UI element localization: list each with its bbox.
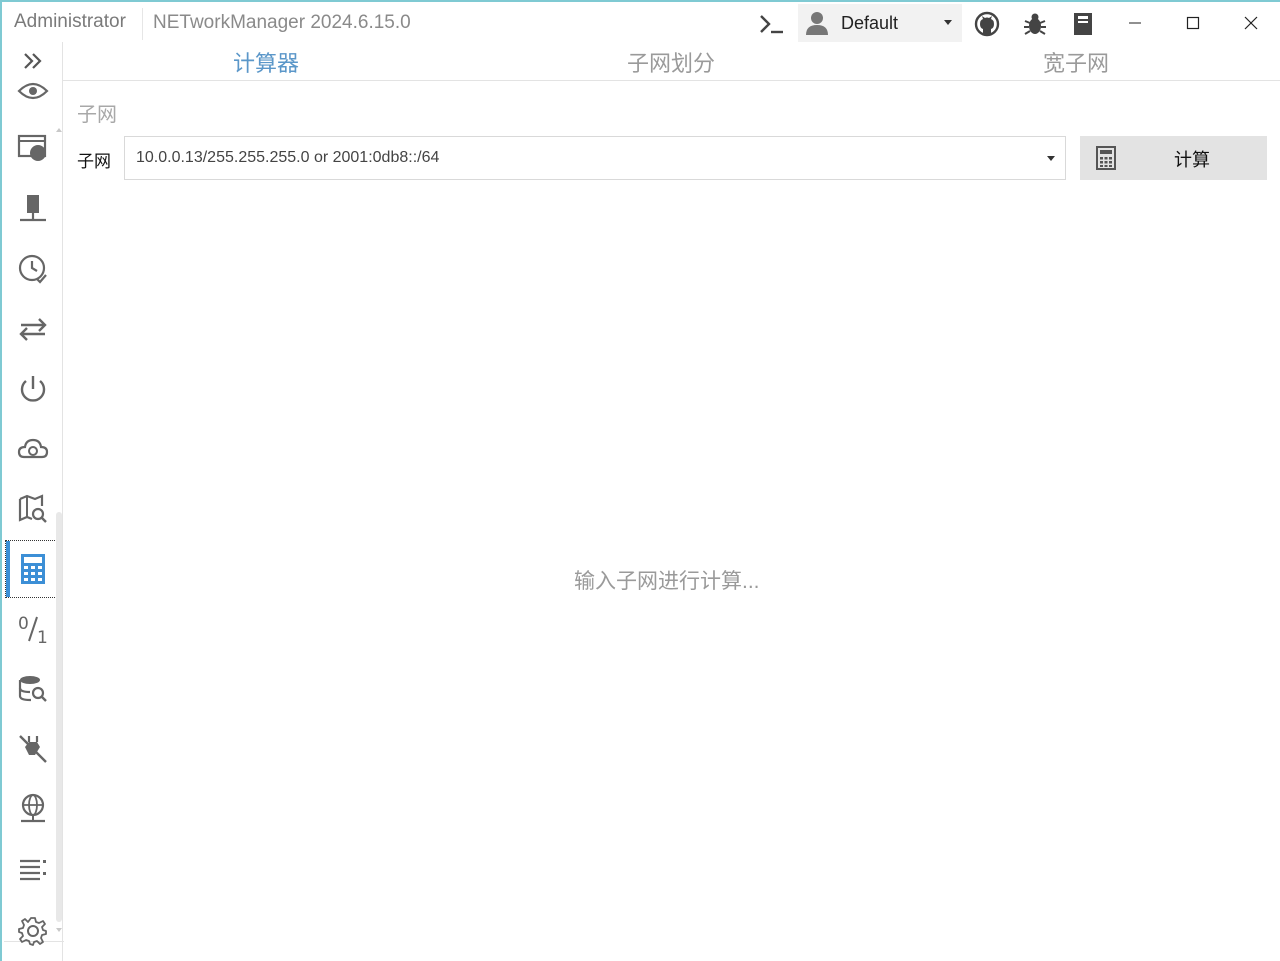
book-icon[interactable] — [1065, 6, 1101, 42]
map-search-icon — [18, 494, 47, 523]
close-button[interactable] — [1229, 6, 1273, 40]
app-window: Administrator NETworkManager 2024.6.15.0… — [0, 0, 1280, 961]
section-title: 子网 — [77, 104, 117, 126]
calculate-button[interactable]: 计算 — [1080, 136, 1267, 180]
sidebar-item-wake-on-lan[interactable] — [5, 360, 61, 418]
calculator-icon — [21, 554, 45, 584]
plug-disconnect-icon — [19, 735, 47, 763]
active-indicator — [6, 541, 10, 597]
sidebar-item-traceroute[interactable] — [5, 300, 61, 358]
sidebar-item-ip-scanner[interactable] — [5, 180, 61, 238]
sidebar-item-bit-calculator[interactable]: 0 1 — [5, 600, 61, 658]
subnet-label: 子网 — [77, 152, 111, 171]
bug-icon[interactable] — [1017, 6, 1053, 42]
sidebar-item-settings[interactable] — [5, 902, 61, 960]
sidebar: 0 1 — [2, 42, 64, 961]
power-icon — [20, 376, 46, 402]
calculate-button-label: 计算 — [1174, 150, 1210, 170]
server-network-icon — [20, 195, 46, 222]
sidebar-border — [62, 42, 63, 961]
profile-selector[interactable]: Default — [798, 4, 962, 42]
user-icon — [804, 10, 830, 41]
chevron-down-icon — [944, 20, 952, 25]
sidebar-item-listeners[interactable] — [5, 840, 61, 898]
chevron-down-icon[interactable] — [1047, 156, 1055, 161]
swap-arrows-icon — [19, 318, 47, 341]
maximize-icon — [1186, 16, 1200, 30]
tab-calculator[interactable]: 计算器 — [233, 46, 299, 78]
sidebar-item-network-interface[interactable] — [5, 120, 61, 178]
calculator-icon — [1096, 146, 1116, 175]
minimize-icon — [1129, 22, 1141, 24]
sidebar-expand-button[interactable] — [5, 42, 61, 80]
title-separator — [142, 8, 143, 40]
terminal-icon[interactable] — [754, 6, 790, 42]
clock-check-icon — [18, 254, 47, 284]
svg-text:0: 0 — [18, 614, 29, 634]
settings-gear-icon — [18, 917, 47, 946]
globe-network-icon — [21, 793, 45, 823]
sidebar-item-dns-lookup[interactable] — [5, 420, 61, 478]
bit-calculator-icon: 0 1 — [18, 614, 48, 645]
sidebar-item-whois[interactable] — [5, 660, 61, 718]
github-icon[interactable] — [969, 6, 1005, 42]
subnet-input[interactable]: 10.0.0.13/255.255.255.0 or 2001:0db8::/6… — [124, 136, 1066, 180]
list-icon — [20, 859, 46, 881]
sidebar-item-ip-geolocation[interactable] — [5, 780, 61, 838]
maximize-button[interactable] — [1171, 6, 1215, 40]
sidebar-item-lookup[interactable] — [5, 480, 61, 538]
admin-label: Administrator — [14, 11, 126, 32]
tab-bar: 计算器 子网划分 宽子网 — [63, 42, 1280, 81]
svg-text:1: 1 — [37, 628, 48, 645]
app-title: NETworkManager 2024.6.15.0 — [153, 12, 411, 33]
cloud-search-icon — [17, 438, 49, 459]
close-icon — [1244, 16, 1258, 30]
sidebar-item-ping-monitor[interactable] — [5, 240, 61, 298]
empty-state-message: 输入子网进行计算... — [574, 570, 760, 593]
sidebar-item-subnet-calculator[interactable] — [5, 540, 61, 598]
sidebar-item-connections[interactable] — [5, 720, 61, 778]
tab-supernetting[interactable]: 宽子网 — [1043, 46, 1109, 78]
profile-name: Default — [841, 13, 899, 33]
monitor-globe-icon — [17, 134, 47, 161]
minimize-button[interactable] — [1113, 6, 1157, 40]
eye-icon — [17, 82, 49, 100]
tab-subnetting[interactable]: 子网划分 — [627, 46, 715, 78]
sidebar-item-dashboard[interactable] — [5, 80, 61, 102]
subnet-input-placeholder: 10.0.0.13/255.255.255.0 or 2001:0db8::/6… — [136, 149, 440, 166]
title-bar[interactable]: Administrator NETworkManager 2024.6.15.0… — [2, 2, 1280, 42]
database-search-icon — [18, 676, 47, 702]
expand-chevrons-icon — [24, 53, 42, 69]
